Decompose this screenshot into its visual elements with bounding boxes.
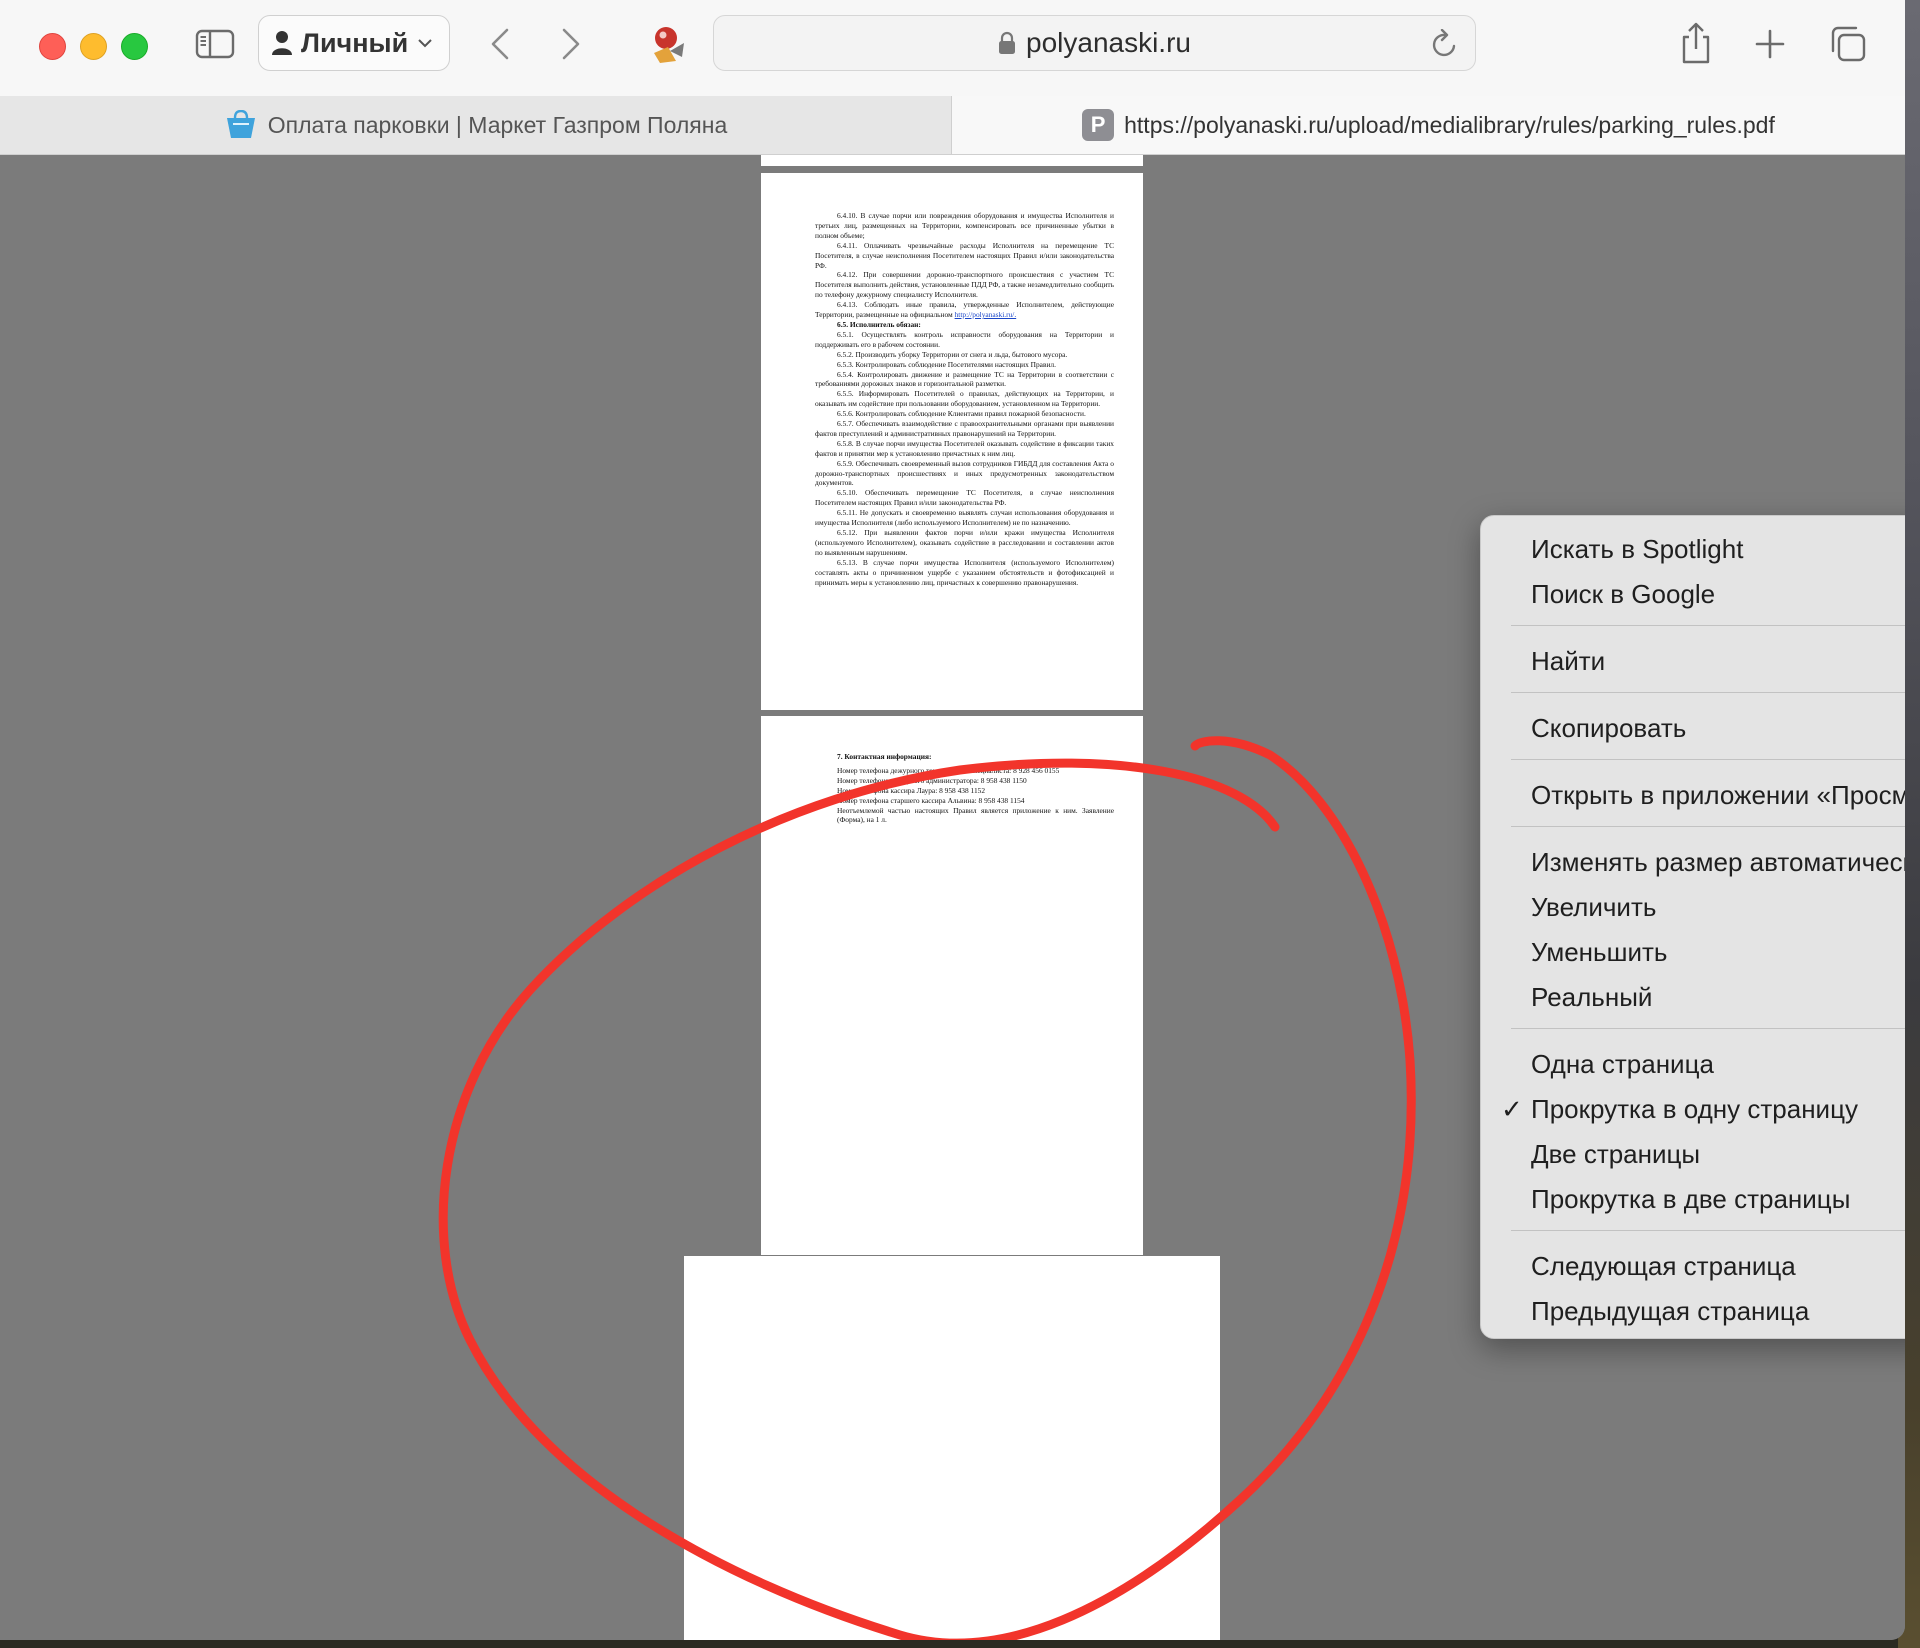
profile-button[interactable]: Личный <box>258 15 450 71</box>
forward-button[interactable] <box>553 22 589 66</box>
menu-separator <box>1511 692 1905 693</box>
tab-overview-button[interactable] <box>1826 22 1870 66</box>
pdf-paragraph: 6.5.7. Обеспечивать взаимодействие с пра… <box>815 419 1114 438</box>
pdf-page-text: 6.4.10. В случае порчи или повреждения о… <box>815 211 1114 587</box>
reload-button[interactable] <box>1427 26 1463 62</box>
pdf-paragraph: 6.4.12. При совершении дорожно-транспорт… <box>815 270 1114 300</box>
sidebar-button[interactable] <box>193 24 237 64</box>
site-badge-icon: P <box>1082 109 1115 141</box>
menu-item-open-in-preview[interactable]: Открыть в приложении «Просмотр» <box>1481 773 1905 817</box>
pdf-page: 6.4.10. В случае порчи или повреждения о… <box>761 173 1143 710</box>
menu-separator <box>1511 1230 1905 1231</box>
extension-icon <box>654 27 684 63</box>
lock-icon <box>999 31 1015 54</box>
menu-item-single-page[interactable]: Одна страница <box>1481 1042 1905 1086</box>
menu-item-zoom-out[interactable]: Уменьшить <box>1481 930 1905 974</box>
bag-favicon-icon <box>226 110 255 138</box>
pdf-line: Номер телефона дежурного технического сп… <box>837 765 1060 775</box>
menu-separator <box>1511 759 1905 760</box>
profile-label: Личный <box>301 27 409 58</box>
sidebar-icon <box>195 29 235 59</box>
menu-item-actual-size[interactable]: Реальный <box>1481 975 1905 1019</box>
pdf-line: Номер телефона дежурного администратора:… <box>837 775 1027 785</box>
pdf-paragraph: 6.5.2. Производить уборку Территории от … <box>837 349 1068 359</box>
pdf-paragraph: 6.5.4. Контролировать движение и размеще… <box>815 369 1114 389</box>
pdf-page: 7. Контактная информация: Номер телефона… <box>761 716 1143 1255</box>
pdf-page-text: 7. Контактная информация: Номер телефона… <box>837 752 1114 825</box>
menu-item-find[interactable]: Найти <box>1481 639 1905 683</box>
reload-icon <box>1432 29 1456 57</box>
close-window-button[interactable] <box>39 33 66 60</box>
pdf-paragraph: 6.5.1. Осуществлять контроль исправности… <box>815 329 1114 349</box>
menu-item-copy[interactable]: Скопировать <box>1481 706 1905 750</box>
pdf-paragraph: 6.4.11. Оплачивать чрезвычайные расходы … <box>815 240 1114 270</box>
plus-icon <box>1755 29 1785 59</box>
menu-item-next-page[interactable]: Следующая страница <box>1481 1244 1905 1288</box>
back-button[interactable] <box>482 22 518 66</box>
menu-item-spotlight[interactable]: Искать в Spotlight <box>1481 527 1905 571</box>
menu-item-label: Прокрутка в одну страницу <box>1531 1093 1858 1124</box>
minimize-window-button[interactable] <box>80 33 107 60</box>
menu-separator <box>1511 1028 1905 1029</box>
checkmark-icon: ✓ <box>1501 1093 1523 1124</box>
pdf-paragraph: 6.5.5. Информировать Посетителей о прави… <box>815 389 1114 409</box>
safari-window: Личный polyanaski.ru Оплата парковки | М… <box>0 0 1905 1640</box>
pdf-paragraph: 6.4.13. Соблюдать иные правила, утвержде… <box>815 300 1114 320</box>
pdf-paragraph: 6.5.8. В случае порчи имущества Посетите… <box>815 438 1114 458</box>
pdf-paragraph: 6.5.11. Не допускать и своевременно выяв… <box>815 508 1114 528</box>
pdf-heading: 7. Контактная информация: <box>837 752 932 761</box>
pdf-page-blank <box>684 1256 1220 1640</box>
maximize-window-button[interactable] <box>121 33 148 60</box>
menu-item-single-page-continuous[interactable]: ✓ Прокрутка в одну страницу <box>1481 1087 1905 1131</box>
menu-separator <box>1511 826 1905 827</box>
tab-title: Оплата парковки | Маркет Газпром Поляна <box>267 111 728 138</box>
menu-item-two-pages[interactable]: Две страницы <box>1481 1132 1905 1176</box>
menu-separator <box>1511 625 1905 626</box>
pdf-line: Неотъемлемой частью настоящих Правил явл… <box>837 805 1114 825</box>
pdf-paragraph: 6.5.12. При выявлении фактов порчи и/или… <box>815 528 1114 557</box>
share-icon <box>1682 22 1710 64</box>
chevron-left-icon <box>491 28 509 60</box>
person-icon <box>272 31 292 55</box>
new-tab-button[interactable] <box>1750 22 1790 66</box>
pdf-paragraph: 6.5.3. Контролировать соблюдение Посетит… <box>837 359 1056 369</box>
extension-button[interactable] <box>643 20 693 70</box>
menu-item-google-search[interactable]: Поиск в Google <box>1481 572 1905 616</box>
chevron-down-icon <box>418 39 432 48</box>
pdf-paragraph: 6.4.10. В случае порчи или повреждения о… <box>815 211 1114 240</box>
tab-parking-payment[interactable]: Оплата парковки | Маркет Газпром Поляна <box>0 96 952 154</box>
pdf-heading: 6.5. Исполнитель обязан: <box>837 319 921 329</box>
menu-item-two-pages-continuous[interactable]: Прокрутка в две страницы <box>1481 1177 1905 1221</box>
pdf-link[interactable]: http://polyanaski.ru/. <box>955 310 1017 319</box>
chevron-right-icon <box>562 28 580 60</box>
pdf-line: Номер телефона кассира Лаура: 8 958 438 … <box>837 785 986 795</box>
tab-bar: Оплата парковки | Маркет Газпром Поляна … <box>0 96 1905 155</box>
menu-item-auto-resize[interactable]: Изменять размер автоматически <box>1481 840 1905 884</box>
tab-parking-rules-pdf[interactable]: P https://polyanaski.ru/upload/medialibr… <box>952 96 1905 154</box>
menu-item-zoom-in[interactable]: Увеличить <box>1481 885 1905 929</box>
pdf-paragraph: 6.5.13. В случае порчи имущества Исполни… <box>815 557 1114 587</box>
address-bar[interactable]: polyanaski.ru <box>713 15 1476 71</box>
pdf-paragraph: 6.5.10. Обеспечивать перемещение ТС Посе… <box>815 488 1114 508</box>
context-menu: Искать в Spotlight Поиск в Google Найти … <box>1480 515 1905 1339</box>
pdf-page-previous <box>761 155 1143 166</box>
pdf-paragraph: 6.5.9. Обеспечивать своевременный вызов … <box>815 458 1114 488</box>
tab-title: https://polyanaski.ru/upload/medialibrar… <box>1124 111 1775 138</box>
address-domain: polyanaski.ru <box>1026 27 1191 58</box>
pdf-paragraph: 6.5.6. Контролировать соблюдение Клиента… <box>837 409 1086 419</box>
pdf-line: Номер телефона старшего кассира Альвина:… <box>837 795 1025 805</box>
browser-toolbar: Личный polyanaski.ru <box>0 0 1905 97</box>
share-button[interactable] <box>1676 18 1716 68</box>
tab-overview-icon <box>1831 26 1866 62</box>
menu-item-previous-page[interactable]: Предыдущая страница <box>1481 1289 1905 1333</box>
